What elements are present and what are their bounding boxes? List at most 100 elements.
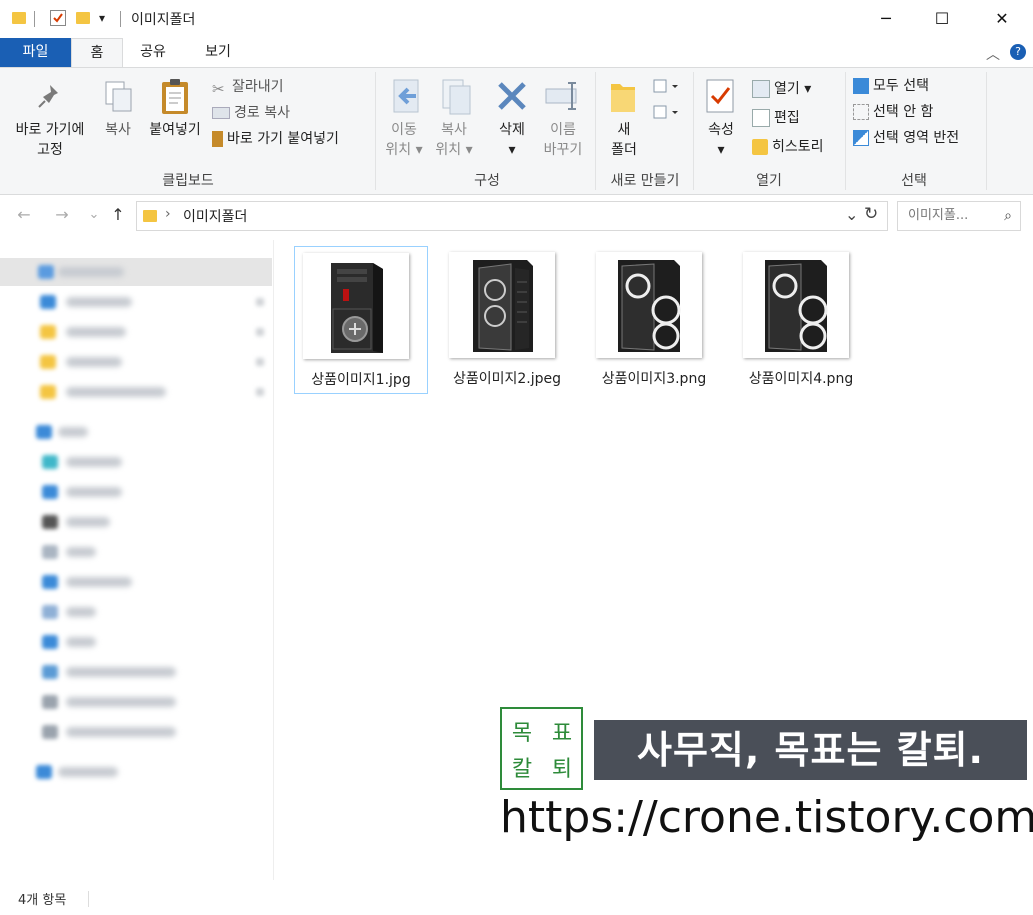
paste-button[interactable]: 붙여넣기 xyxy=(142,120,208,140)
move-to-button[interactable]: 이동 위치 ▾ xyxy=(380,120,428,160)
cut-button[interactable]: ✂ 잘라내기 xyxy=(212,77,284,98)
edit-label: 편집 xyxy=(774,110,800,126)
address-bar[interactable]: › 이미지폴더 ⌄ xyxy=(136,201,888,231)
tab-file[interactable]: 파일 xyxy=(0,38,71,67)
sidebar-item-label xyxy=(66,357,122,367)
select-none-button[interactable]: 선택 안 함 xyxy=(853,102,933,122)
rename-button[interactable]: 이름 바꾸기 xyxy=(536,120,590,160)
new-item-icon[interactable] xyxy=(652,78,682,98)
group-separator xyxy=(693,72,694,190)
file-item-2[interactable]: 상품이미지2.jpeg xyxy=(441,246,573,392)
tab-share[interactable]: 공유 xyxy=(126,38,180,67)
sidebar-item[interactable] xyxy=(0,348,272,376)
search-input[interactable]: 이미지폴... ⌕ xyxy=(897,201,1021,231)
new-folder-button[interactable]: 새 폴더 xyxy=(604,120,644,160)
customize-quick-access-icon[interactable]: ▾ xyxy=(99,11,105,25)
sidebar-item[interactable] xyxy=(0,628,272,656)
sidebar-item[interactable] xyxy=(0,508,272,536)
navigation-pane[interactable] xyxy=(0,250,272,890)
history-button[interactable]: 히스토리 xyxy=(752,137,824,157)
divider xyxy=(34,11,35,27)
sidebar-item[interactable] xyxy=(0,688,272,716)
pane-divider[interactable] xyxy=(273,240,274,880)
pin-icon xyxy=(256,388,264,396)
edit-button[interactable]: 편집 xyxy=(752,108,800,128)
thumbnail xyxy=(743,252,849,358)
group-label-new: 새로 만들기 xyxy=(610,173,680,189)
maximize-button[interactable]: ☐ xyxy=(914,0,970,38)
group-separator xyxy=(845,72,846,190)
open-button[interactable]: 열기 ▾ xyxy=(752,79,811,99)
drive-icon xyxy=(42,695,58,709)
star-icon xyxy=(38,265,54,279)
copy-path-label: 경로 복사 xyxy=(234,105,290,121)
help-icon[interactable]: ? xyxy=(1010,44,1026,60)
group-label-select: 선택 xyxy=(901,173,927,189)
sidebar-item-label xyxy=(66,487,122,497)
sidebar-item[interactable] xyxy=(0,538,272,566)
select-none-icon xyxy=(853,104,869,120)
divider xyxy=(120,11,121,27)
close-button[interactable]: ✕ xyxy=(974,0,1030,38)
properties-label: 속성 xyxy=(708,122,734,138)
open-label: 열기 ▾ xyxy=(774,81,812,97)
copy-to-button[interactable]: 복사 위치 ▾ xyxy=(430,120,478,160)
breadcrumb-chevron-icon[interactable]: › xyxy=(165,206,171,222)
copy-icon xyxy=(104,80,134,118)
refresh-button[interactable]: ↻ xyxy=(864,204,878,224)
address-dropdown-icon[interactable]: ⌄ xyxy=(845,205,858,224)
select-all-icon xyxy=(853,78,869,94)
invert-selection-button[interactable]: 선택 영역 반전 xyxy=(853,128,959,148)
forward-button[interactable]: → xyxy=(50,203,74,227)
paste-shortcut-button[interactable]: 바로 가기 붙여넣기 xyxy=(212,129,339,149)
sidebar-item-label xyxy=(66,727,176,737)
recent-locations-button[interactable]: ⌄ xyxy=(82,203,106,227)
up-button[interactable]: ↑ xyxy=(106,203,130,227)
sidebar-item[interactable] xyxy=(0,418,272,446)
delete-button[interactable]: 삭제 ▾ xyxy=(490,120,534,160)
folder-icon xyxy=(40,355,56,369)
file-item-4[interactable]: 상품이미지4.png xyxy=(735,246,867,392)
select-all-button[interactable]: 모두 선택 xyxy=(853,76,929,96)
properties-quick-icon[interactable] xyxy=(50,10,66,26)
copy-path-button[interactable]: 경로 복사 xyxy=(212,103,290,123)
pin-to-quick-access-button[interactable]: 바로 가기에 고정 xyxy=(6,120,94,160)
new-folder-quick-icon[interactable] xyxy=(76,12,90,24)
seal-char: 퇴 xyxy=(551,757,573,782)
thumbnail xyxy=(449,252,555,358)
sidebar-item[interactable] xyxy=(0,568,272,596)
file-item-3[interactable]: 상품이미지3.png xyxy=(588,246,720,392)
minimize-button[interactable]: ─ xyxy=(858,0,914,38)
sidebar-item[interactable] xyxy=(0,718,272,746)
properties-button[interactable]: 속성 ▾ xyxy=(698,120,744,160)
easy-access-icon[interactable] xyxy=(652,104,682,124)
tab-home[interactable]: 홈 xyxy=(71,38,123,67)
folder-icon xyxy=(143,210,157,222)
sidebar-item-label xyxy=(66,577,132,587)
breadcrumb[interactable]: 이미지폴더 xyxy=(183,206,247,226)
collapse-ribbon-icon[interactable]: ︿ xyxy=(986,44,1000,64)
sidebar-item-label xyxy=(66,387,166,397)
sidebar-item[interactable] xyxy=(0,288,272,316)
folder-icon[interactable] xyxy=(12,12,26,24)
sidebar-item[interactable] xyxy=(0,758,272,786)
sidebar-item-label xyxy=(66,297,132,307)
sidebar-item[interactable] xyxy=(0,598,272,626)
sidebar-item[interactable] xyxy=(0,378,272,406)
sidebar-item[interactable] xyxy=(0,318,272,346)
sidebar-item[interactable] xyxy=(0,258,272,286)
copy-button[interactable]: 복사 xyxy=(98,120,138,140)
file-item-1[interactable]: 상품이미지1.jpg xyxy=(294,246,428,394)
delete-arrow: ▾ xyxy=(508,142,516,158)
sidebar-item[interactable] xyxy=(0,448,272,476)
sidebar-item[interactable] xyxy=(0,478,272,506)
pin-label-line2: 고정 xyxy=(37,142,63,158)
music-icon xyxy=(42,635,58,649)
tab-view[interactable]: 보기 xyxy=(190,38,246,67)
group-label-clipboard: 클립보드 xyxy=(162,173,214,189)
group-separator xyxy=(375,72,376,190)
new-folder-line1: 새 xyxy=(617,122,631,138)
pc-icon xyxy=(36,425,52,439)
back-button[interactable]: ← xyxy=(12,203,36,227)
sidebar-item[interactable] xyxy=(0,658,272,686)
